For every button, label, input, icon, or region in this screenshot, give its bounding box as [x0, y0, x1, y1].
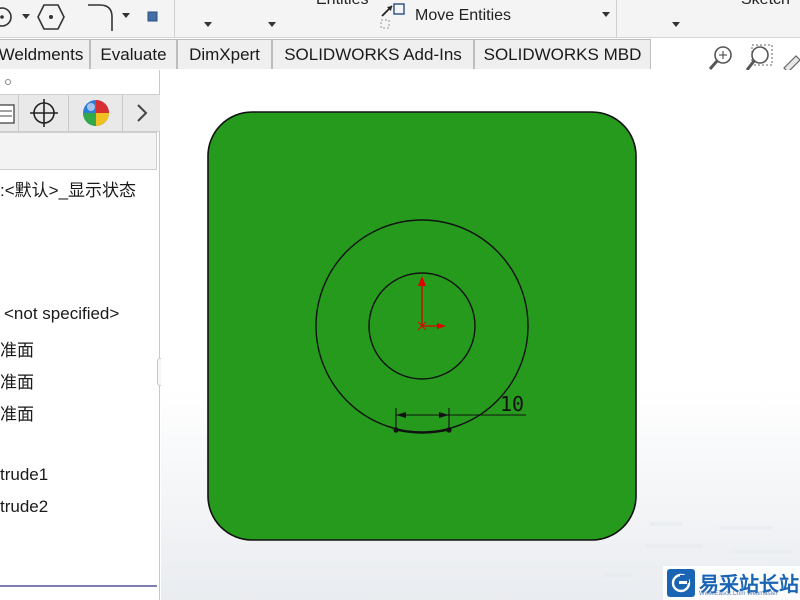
tree-item-front-plane[interactable]: 准面	[0, 336, 34, 361]
tree-item-material[interactable]: <not specified>	[4, 304, 119, 324]
graphics-area[interactable]: 10	[161, 70, 800, 600]
tab-solidworks-mbd[interactable]: SOLIDWORKS MBD	[474, 39, 651, 69]
convert-entities-label[interactable]: Entities	[316, 0, 368, 9]
model-view[interactable]: 10	[161, 70, 800, 600]
tree-item-right-plane[interactable]: 准面	[0, 400, 34, 425]
move-entities-label[interactable]: Move Entities	[415, 7, 511, 25]
display-manager-tab[interactable]	[69, 95, 123, 132]
more-tabs-arrow[interactable]	[123, 95, 160, 132]
sketch-label[interactable]: Sketch	[741, 0, 790, 9]
sketch-fillet-icon[interactable]	[86, 3, 116, 33]
tab-evaluate[interactable]: Evaluate	[90, 39, 177, 69]
sketch-dropdown-caret[interactable]	[672, 22, 680, 27]
tree-item-extrude1[interactable]: trude1	[0, 465, 48, 485]
toolbar-separator	[616, 0, 617, 37]
feature-manager-panel: :<默认>_显示状态 <not specified> 准面 准面 准面 trud…	[0, 70, 160, 600]
offset-entities-icon[interactable]	[146, 10, 160, 24]
fillet-dropdown-caret[interactable]	[122, 13, 130, 18]
dimension-value[interactable]: 10	[500, 392, 524, 416]
feature-tree-filter[interactable]	[0, 132, 157, 170]
entities-dropdown-caret[interactable]	[204, 22, 212, 27]
appearance-sphere-icon	[83, 100, 109, 126]
point-dropdown-caret[interactable]	[22, 14, 30, 19]
chevron-right-icon	[137, 104, 148, 122]
property-manager-icon	[0, 104, 15, 124]
tab-weldments[interactable]: Weldments	[0, 39, 90, 69]
tree-item-extrude2[interactable]: trude2	[0, 497, 48, 517]
watermark-logo-icon	[667, 569, 695, 597]
sketch-point[interactable]	[446, 427, 452, 433]
command-toolbar: Entities Move Entities Sketch	[0, 0, 800, 38]
tab-dimxpert[interactable]: DimXpert	[177, 39, 272, 69]
move-entities-dropdown-caret[interactable]	[602, 12, 610, 17]
zoom-to-fit-icon[interactable]	[707, 44, 735, 72]
site-watermark: 易采站长站 Www.Easck.Com Webmaster	[663, 566, 800, 600]
command-manager-tabs: Weldments Evaluate DimXpert SOLIDWORKS A…	[0, 38, 800, 70]
panel-bottom-divider	[0, 585, 157, 587]
property-manager-tab[interactable]	[0, 95, 19, 132]
tab-solidworks-add-ins[interactable]: SOLIDWORKS Add-Ins	[272, 39, 474, 69]
mirror-dropdown-caret[interactable]	[268, 22, 276, 27]
panel-grip-icon[interactable]	[5, 79, 11, 85]
tree-item-top-plane[interactable]: 准面	[0, 368, 34, 393]
polygon-icon[interactable]	[36, 3, 66, 31]
toolbar-separator	[174, 0, 175, 37]
point-icon[interactable]	[0, 4, 16, 30]
move-entities-icon[interactable]	[378, 2, 408, 32]
dimxpert-manager-tab[interactable]	[19, 95, 69, 132]
tree-item-display-state[interactable]: :<默认>_显示状态	[0, 176, 136, 201]
crosshair-icon	[30, 99, 58, 127]
watermark-subtext: Www.Easck.Com Webmaster	[699, 591, 778, 597]
feature-manager-tabs	[0, 94, 160, 132]
sketch-point[interactable]	[393, 427, 399, 433]
